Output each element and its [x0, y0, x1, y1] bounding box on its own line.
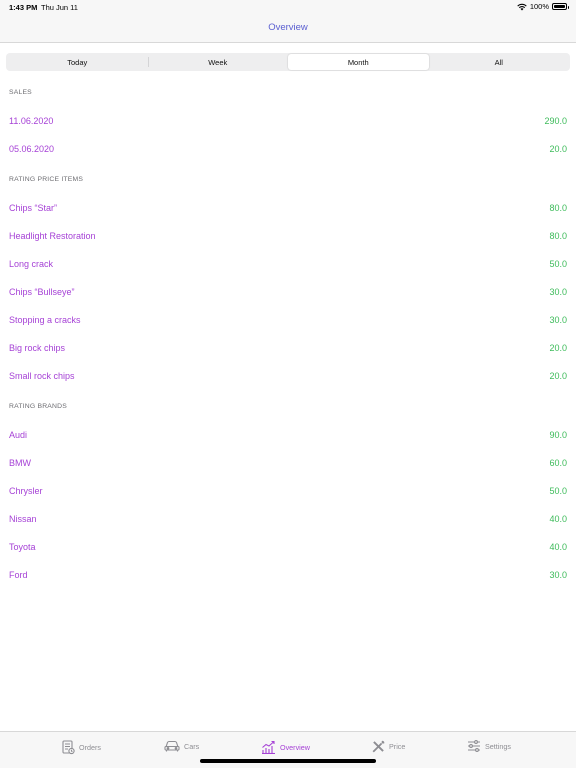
row-label: Small rock chips	[9, 371, 75, 381]
section-header-sales: SALES	[9, 89, 32, 96]
segment-label: Month	[347, 57, 369, 67]
tab-label: Settings	[485, 741, 511, 751]
row-value: 50.0	[549, 259, 567, 269]
list-item[interactable]: BMW 60.0	[0, 449, 576, 477]
row-label: Chips “Bullseye”	[9, 287, 75, 297]
row-label: Nissan	[9, 514, 37, 524]
tab-label: Price	[389, 742, 406, 751]
row-value: 30.0	[549, 287, 567, 297]
segment-label: Week	[208, 57, 228, 67]
list-item[interactable]: Audi 90.0	[0, 421, 576, 449]
nav-bar: Overview	[0, 14, 576, 43]
row-value: 20.0	[549, 144, 567, 154]
segment-today[interactable]: Today	[7, 54, 148, 70]
tab-settings[interactable]: Settings	[467, 740, 511, 752]
status-right: 100%	[517, 2, 569, 11]
row-value: 60.0	[549, 458, 567, 468]
sliders-icon	[468, 740, 480, 752]
list-item[interactable]: Big rock chips 20.0	[0, 334, 576, 362]
row-value: 50.0	[549, 486, 567, 496]
battery-percent: 100%	[529, 2, 549, 11]
car-icon	[164, 740, 180, 752]
page-title: Overview	[268, 22, 308, 33]
list-item[interactable]: Small rock chips 20.0	[0, 362, 576, 390]
row-label: BMW	[9, 458, 31, 468]
row-value: 30.0	[549, 570, 567, 580]
tools-icon	[372, 740, 385, 753]
row-label: Chips “Star”	[9, 203, 58, 213]
row-value: 20.0	[549, 343, 567, 353]
tab-overview[interactable]: Overview	[261, 740, 310, 754]
list-item[interactable]: Chips “Star” 80.0	[0, 194, 576, 222]
segment-all[interactable]: All	[429, 54, 570, 70]
battery-icon	[552, 3, 569, 10]
segment-label: Today	[67, 57, 88, 67]
wifi-icon	[517, 3, 527, 10]
list-item[interactable]: Long crack 50.0	[0, 250, 576, 278]
list-item[interactable]: Toyota 40.0	[0, 533, 576, 561]
period-segmented-control: Today Week Month All	[6, 53, 570, 71]
list-item[interactable]: 11.06.2020 290.0	[0, 107, 576, 135]
overview-list: SALES 11.06.2020 290.0 05.06.2020 20.0 RAT…	[0, 80, 576, 589]
orders-icon	[62, 740, 75, 755]
row-label: 05.06.2020	[9, 144, 55, 154]
home-indicator	[200, 759, 376, 763]
status-time: 1:43 PM	[9, 3, 38, 12]
row-value: 290.0	[544, 116, 567, 126]
row-label: Stopping a cracks	[9, 315, 81, 325]
segment-label: All	[494, 57, 503, 67]
row-value: 90.0	[549, 430, 567, 440]
row-label: Headlight Restoration	[9, 231, 96, 241]
list-item[interactable]: Headlight Restoration 80.0	[0, 222, 576, 250]
tab-orders[interactable]: Orders	[62, 740, 101, 755]
section-header-brands: RATING BRANDS	[9, 403, 67, 410]
list-item[interactable]: Nissan 40.0	[0, 505, 576, 533]
tab-label: Cars	[184, 741, 200, 751]
list-item[interactable]: Stopping a cracks 30.0	[0, 306, 576, 334]
row-label: Big rock chips	[9, 343, 66, 353]
section-header-price-items: RATING PRICE ITEMS	[9, 176, 84, 183]
row-value: 80.0	[549, 203, 567, 213]
status-date: Thu Jun 11	[41, 3, 78, 12]
list-item[interactable]: Chrysler 50.0	[0, 477, 576, 505]
row-value: 20.0	[549, 371, 567, 381]
chart-icon	[262, 740, 275, 754]
row-label: 11.06.2020	[9, 116, 54, 126]
list-item[interactable]: Chips “Bullseye” 30.0	[0, 278, 576, 306]
tab-label: Overview	[280, 742, 310, 752]
list-item[interactable]: 05.06.2020 20.0	[0, 135, 576, 163]
row-value: 30.0	[549, 315, 567, 325]
row-label: Toyota	[9, 542, 36, 552]
status-bar: 1:43 PM Thu Jun 11 100%	[0, 0, 576, 14]
tab-cars[interactable]: Cars	[164, 740, 199, 752]
app-screen: 1:43 PM Thu Jun 11 100% Overview Today W…	[0, 0, 576, 768]
row-value: 40.0	[549, 514, 567, 524]
row-label: Ford	[9, 570, 28, 580]
row-value: 80.0	[549, 231, 567, 241]
row-value: 40.0	[549, 542, 567, 552]
tab-price[interactable]: Price	[372, 740, 405, 753]
row-label: Chrysler	[9, 486, 43, 496]
segment-week[interactable]: Week	[147, 54, 289, 70]
row-label: Long crack	[9, 259, 54, 269]
tab-label: Orders	[79, 743, 101, 752]
list-item[interactable]: Ford 30.0	[0, 561, 576, 589]
segment-month[interactable]: Month	[288, 54, 429, 70]
row-label: Audi	[9, 430, 28, 440]
